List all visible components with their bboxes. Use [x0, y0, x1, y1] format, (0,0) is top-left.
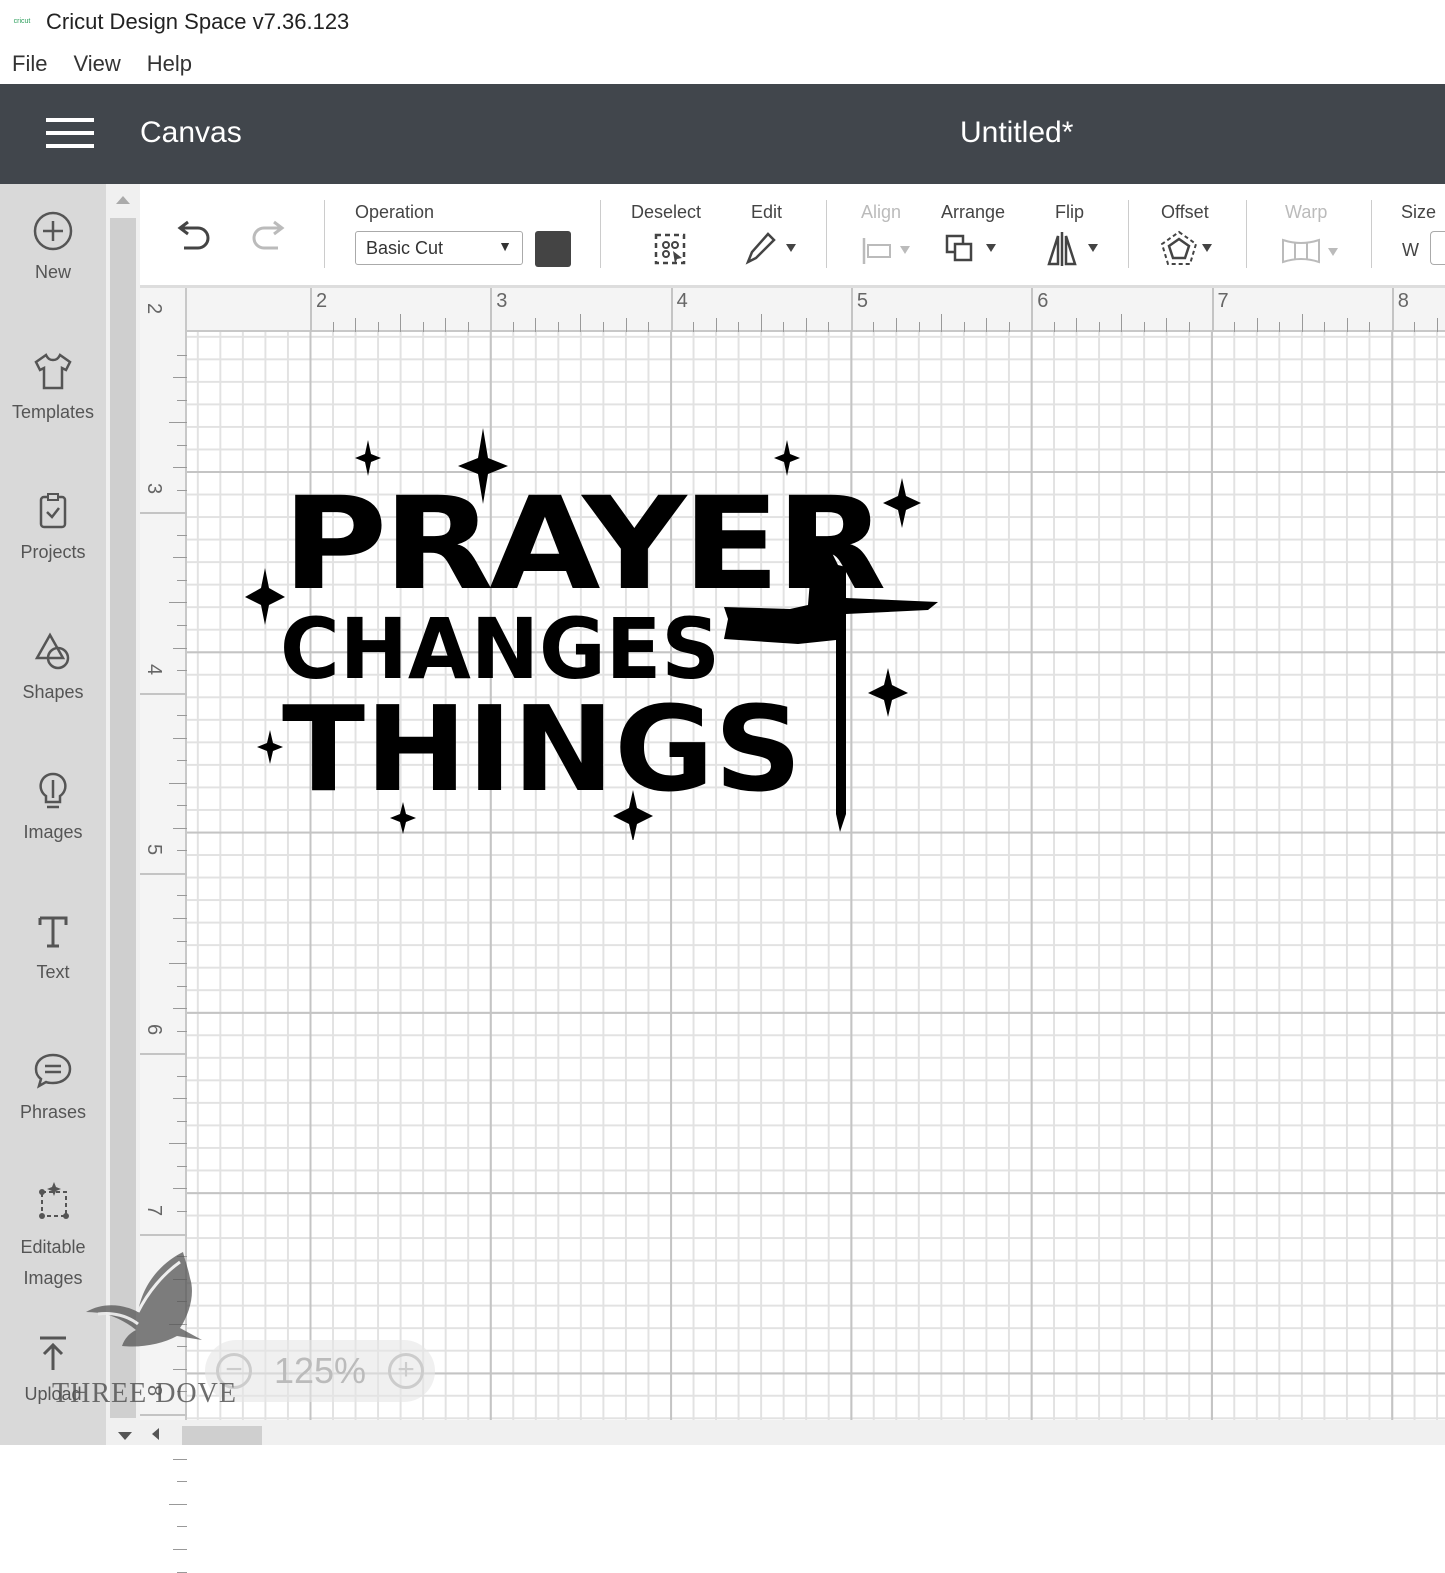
undo-icon[interactable] — [172, 220, 214, 256]
operation-color-swatch[interactable] — [535, 231, 571, 267]
ruler-label-h: 3 — [496, 290, 508, 312]
ruler-label-v: 5 — [143, 843, 166, 855]
flip-label: Flip — [1055, 202, 1085, 222]
offset-icon[interactable] — [1160, 230, 1216, 268]
vertical-ruler: 2345678 — [140, 288, 187, 1573]
design-line-3: THINGS — [282, 680, 802, 818]
size-width-input[interactable] — [1430, 231, 1445, 265]
menu-bar: File View Help — [0, 44, 1445, 84]
text-icon — [38, 916, 68, 948]
document-title: Untitled* — [960, 116, 1074, 149]
zoom-control: − 125% + — [205, 1340, 435, 1402]
plus-circle-icon — [33, 211, 73, 251]
sidebar-item-text[interactable]: Text — [0, 910, 106, 983]
ruler-label-v: 2 — [143, 302, 166, 315]
ruler-label-h: 2 — [316, 290, 328, 312]
section-title: Canvas — [140, 116, 242, 149]
app-header: Canvas Untitled* — [0, 84, 1445, 184]
sidebar-item-templates[interactable]: Templates — [0, 350, 106, 423]
app-logo: cricut — [13, 18, 31, 25]
operation-select[interactable]: Basic Cut ▼ — [355, 231, 523, 265]
horizontal-ruler: 2 3 4 5 6 7 8 — [140, 288, 1445, 332]
edit-toolbar: Operation Basic Cut ▼ Deselect Edit Align… — [140, 184, 1445, 288]
operation-label: Operation — [355, 202, 435, 222]
warp-icon — [1282, 238, 1338, 264]
upload-icon — [40, 1336, 66, 1370]
menu-view[interactable]: View — [73, 51, 120, 77]
redo-icon[interactable] — [248, 220, 290, 256]
ruler-label-v: 6 — [143, 1024, 166, 1036]
offset-label: Offset — [1161, 202, 1209, 222]
sidebar-item-projects[interactable]: Projects — [0, 490, 106, 563]
size-width-label: W — [1402, 240, 1419, 260]
ruler-label-h: 5 — [856, 290, 869, 312]
align-label: Align — [861, 202, 902, 222]
menu-file[interactable]: File — [12, 51, 47, 77]
sidebar-item-new[interactable]: New — [0, 210, 106, 283]
ruler-label-v: 4 — [143, 663, 166, 675]
dove-watermark-icon — [86, 1252, 202, 1347]
ruler-label-h: 4 — [676, 290, 688, 312]
flip-icon[interactable] — [1046, 230, 1102, 268]
warp-label: Warp — [1285, 202, 1328, 222]
tshirt-icon — [34, 353, 72, 390]
watermark-text: THREE DOVE — [52, 1378, 237, 1409]
speech-bubble-icon — [34, 1053, 72, 1089]
lightbulb-icon — [39, 772, 67, 809]
horizontal-scrollbar[interactable] — [106, 1420, 1445, 1445]
title-bar: cricut Cricut Design Space v7.36.123 — [0, 0, 1445, 44]
ruler-label-v: 3 — [143, 483, 166, 495]
sidebar-item-shapes[interactable]: Shapes — [0, 630, 106, 703]
scroll-left-arrow-icon[interactable] — [152, 1428, 159, 1440]
arrange-icon[interactable] — [944, 232, 1000, 268]
shapes-icon — [34, 632, 70, 670]
dropdown-arrow-icon: ▼ — [498, 238, 512, 254]
sidebar-item-images[interactable]: Images — [0, 770, 106, 843]
ruler-label-h: 6 — [1037, 290, 1049, 312]
design-prayer-changes-things[interactable]: PRAYER CHANGES THINGS — [230, 420, 950, 840]
deselect-icon[interactable] — [653, 232, 689, 268]
ruler-label-h: 7 — [1217, 290, 1229, 312]
app-title: Cricut Design Space v7.36.123 — [46, 9, 350, 34]
edit-label: Edit — [751, 202, 783, 222]
align-icon — [862, 238, 910, 264]
horizontal-scroll-thumb[interactable] — [182, 1426, 262, 1445]
arrange-label: Arrange — [941, 202, 1006, 222]
ruler-label-h: 8 — [1397, 290, 1409, 312]
zoom-level: 125% — [273, 1350, 367, 1391]
design-line-1: PRAYER — [282, 470, 884, 619]
hamburger-menu-icon[interactable] — [46, 118, 94, 148]
size-label: Size — [1401, 202, 1437, 222]
zoom-in-button[interactable]: + — [388, 1353, 424, 1389]
sidebar-item-phrases[interactable]: Phrases — [0, 1050, 106, 1123]
vertical-scroll-thumb[interactable] — [110, 218, 136, 1418]
clipboard-icon — [39, 493, 67, 529]
editable-image-icon — [39, 1182, 69, 1219]
menu-help[interactable]: Help — [147, 51, 192, 77]
ruler-label-v: 7 — [143, 1204, 166, 1216]
edit-pencil-icon[interactable] — [744, 230, 800, 266]
scroll-down-arrow-icon[interactable] — [118, 1432, 132, 1440]
deselect-label: Deselect — [631, 202, 702, 222]
scroll-up-arrow-icon[interactable] — [116, 196, 130, 204]
